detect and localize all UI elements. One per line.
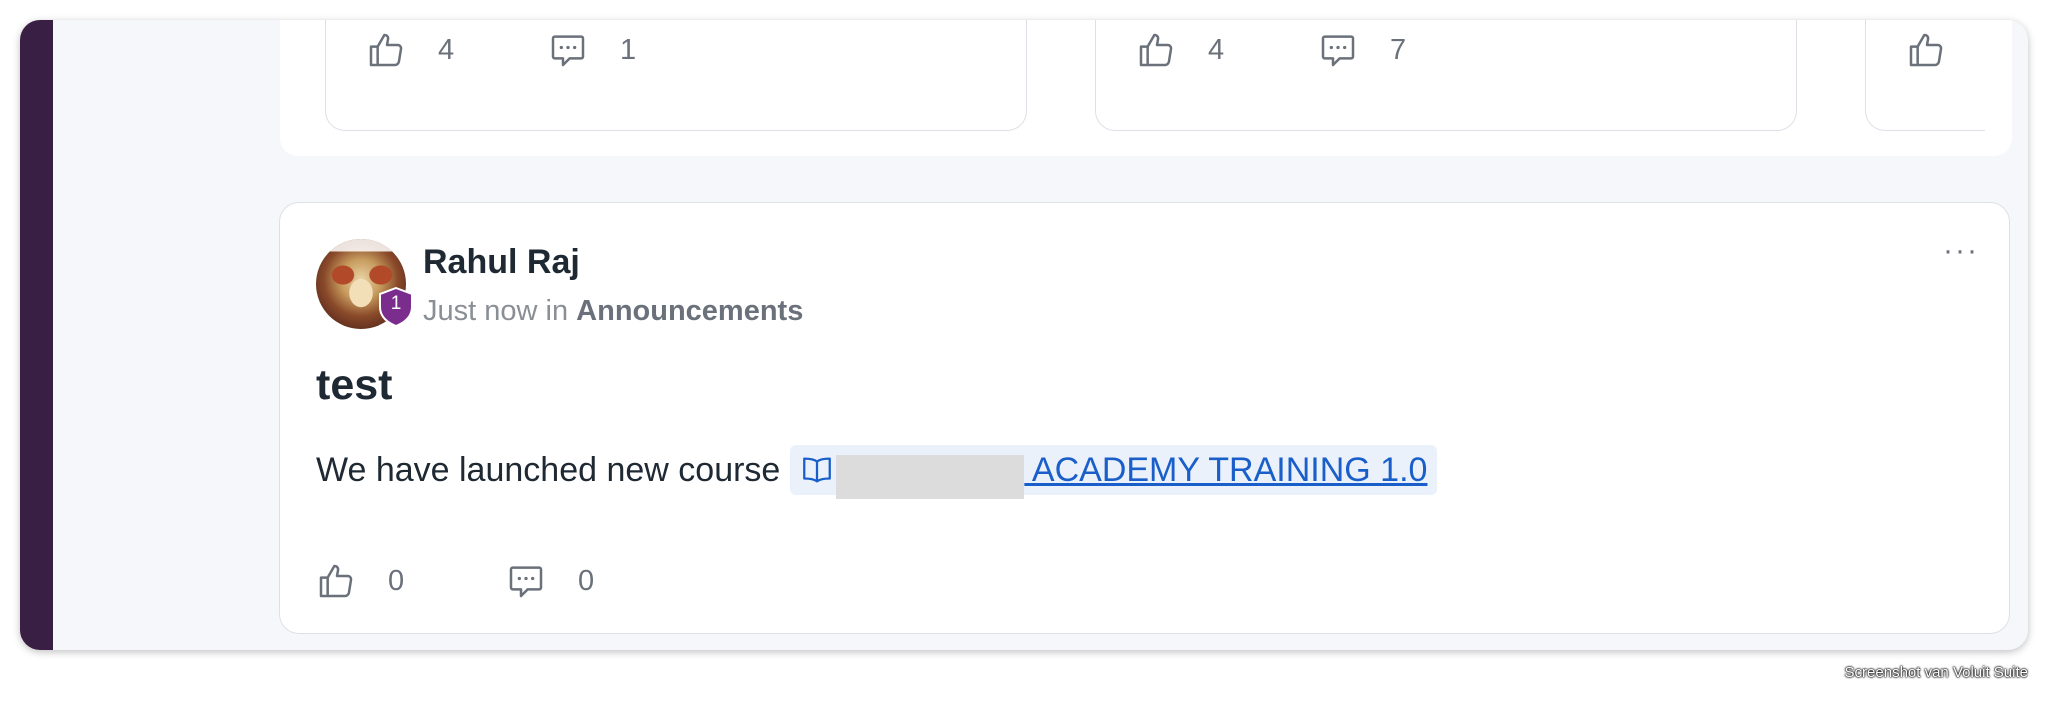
meta-in: in <box>545 295 569 327</box>
comment-button[interactable]: 1 <box>548 30 636 70</box>
like-count: 4 <box>1208 33 1225 66</box>
left-rail <box>20 20 53 650</box>
level-badge: 1 <box>378 286 414 328</box>
comment-button[interactable]: 7 <box>1318 30 1406 70</box>
comment-count: 0 <box>578 564 595 597</box>
feed-card <box>1865 20 1985 131</box>
post-body: We have launched new course ACADEMY TRAI… <box>316 445 1438 499</box>
redaction-block <box>836 454 1025 499</box>
open-book-icon <box>803 457 832 483</box>
course-link-text: ACADEMY TRAINING 1.0 <box>1024 450 1428 489</box>
app-window: 4 1 4 7 1 Rahul Raj Just now in Announce… <box>20 20 2028 650</box>
post-body-text: We have launched new course <box>316 450 781 489</box>
comment-button[interactable]: 0 <box>506 561 594 601</box>
comment-bubble-icon <box>551 35 585 67</box>
thumbs-up-icon <box>319 564 353 598</box>
post-title: test <box>316 361 393 409</box>
screenshot-watermark: Screenshot van Voluit Suite <box>1844 664 2028 681</box>
comment-bubble-icon <box>1321 35 1355 67</box>
author-name[interactable]: Rahul Raj <box>423 243 580 282</box>
course-link[interactable]: ACADEMY TRAINING 1.0 <box>836 450 1428 499</box>
like-count: 0 <box>388 564 405 597</box>
thumbs-up-icon <box>1909 33 1943 67</box>
post-card: 1 Rahul Raj Just now in Announcements ··… <box>279 202 2010 634</box>
post-timestamp: Just now <box>423 295 538 327</box>
post-meta: Just now in Announcements <box>423 295 803 328</box>
feed-card: 4 1 <box>325 20 1027 131</box>
thumbs-up-icon <box>1139 33 1173 67</box>
more-options-icon[interactable]: ··· <box>1943 236 1979 266</box>
feed-card: 4 7 <box>1095 20 1797 131</box>
like-count: 4 <box>438 33 455 66</box>
thumbs-up-icon <box>369 33 403 67</box>
comment-count: 7 <box>1390 33 1407 66</box>
comment-count: 1 <box>620 33 637 66</box>
like-button[interactable]: 4 <box>366 30 454 70</box>
like-button[interactable]: 0 <box>316 561 404 601</box>
avatar[interactable]: 1 <box>316 239 413 329</box>
like-button[interactable] <box>1906 30 1946 70</box>
previous-posts-panel: 4 1 4 7 <box>280 20 2012 156</box>
space-link[interactable]: Announcements <box>576 295 803 327</box>
like-button[interactable]: 4 <box>1136 30 1224 70</box>
course-link-chip[interactable]: ACADEMY TRAINING 1.0 <box>790 445 1438 499</box>
badge-level: 1 <box>390 293 402 314</box>
comment-bubble-icon <box>509 566 543 598</box>
